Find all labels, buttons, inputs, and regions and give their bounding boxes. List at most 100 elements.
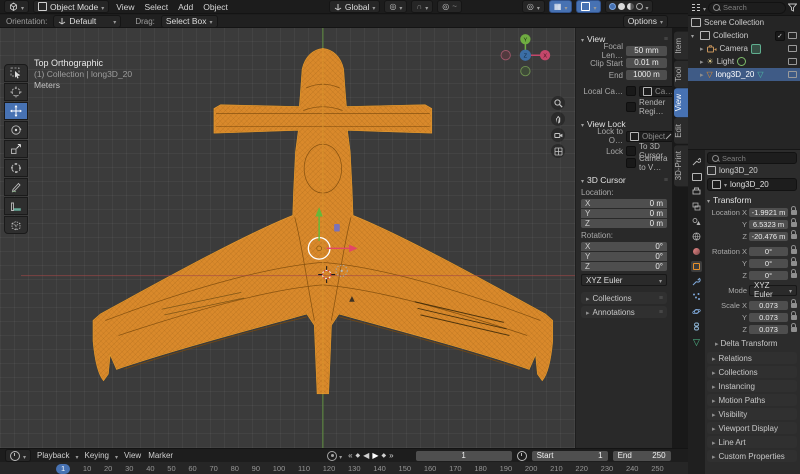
frame-tick[interactable]: 30 xyxy=(125,464,133,473)
timeline-ruler[interactable]: 1102030405060708090100110120130140150160… xyxy=(0,462,688,474)
camera-to-view-checkbox[interactable] xyxy=(626,158,636,168)
filter-icon[interactable] xyxy=(788,3,797,12)
tab-object-properties[interactable] xyxy=(691,261,702,272)
3d-viewport[interactable]: Y X Z Top Orthographic (1) Collection | … xyxy=(0,28,672,448)
shading-material-button[interactable] xyxy=(627,3,634,10)
menu-add[interactable]: Add xyxy=(175,2,196,12)
auto-keying-button[interactable] xyxy=(327,451,337,461)
lock-icon[interactable] xyxy=(791,261,797,266)
show-overlays-toggle[interactable]: ▦ xyxy=(549,0,573,13)
play-button[interactable]: ▶ xyxy=(371,451,379,460)
lock-icon[interactable] xyxy=(791,249,797,254)
cursor-euler-dropdown[interactable]: XYZ Euler xyxy=(581,274,667,286)
lock-icon[interactable] xyxy=(791,273,797,278)
collapsed-panel[interactable]: Collections≡ xyxy=(581,292,667,304)
tab-output-properties[interactable] xyxy=(691,186,702,197)
rotation-x-field[interactable]: 0° xyxy=(749,247,788,256)
expand-camera-icon[interactable] xyxy=(700,44,704,53)
tab-tool[interactable]: Tool xyxy=(674,61,688,88)
nav-axis-x-negative[interactable] xyxy=(501,51,510,60)
menu-playback[interactable]: Playback xyxy=(36,451,70,460)
tab-modifier-properties[interactable] xyxy=(691,276,702,287)
cursor-rotation-x[interactable]: X0° xyxy=(581,242,667,251)
tool-move[interactable] xyxy=(4,102,28,120)
jump-to-end-button[interactable]: » xyxy=(388,451,394,460)
cursor-panel-header[interactable]: 3D Cursor≡ xyxy=(581,175,667,185)
lock-icon[interactable] xyxy=(791,315,797,320)
collapsed-panel[interactable]: Instancing xyxy=(707,380,797,392)
properties-search-input[interactable]: Search xyxy=(707,152,797,164)
tab-constraint-properties[interactable] xyxy=(691,321,702,332)
properties-breadcrumb[interactable]: long3D_20 xyxy=(707,165,797,176)
outliner-editor-icon[interactable] xyxy=(691,3,701,12)
expand-collection-icon[interactable] xyxy=(691,31,697,40)
tab-render-properties[interactable] xyxy=(691,171,702,182)
cursor-location-y[interactable]: Y0 m xyxy=(581,209,667,218)
jump-to-start-button[interactable]: « xyxy=(347,451,353,460)
tool-cursor[interactable] xyxy=(4,83,28,101)
camera-view-button[interactable] xyxy=(551,128,565,142)
frame-tick[interactable]: 100 xyxy=(273,464,286,473)
frame-tick[interactable]: 1 xyxy=(56,464,70,474)
aircraft-object[interactable] xyxy=(93,49,552,394)
tab-scene-properties[interactable] xyxy=(691,216,702,227)
frame-tick[interactable]: 120 xyxy=(323,464,336,473)
frame-tick[interactable]: 180 xyxy=(474,464,487,473)
tab-item[interactable]: Item xyxy=(674,32,688,60)
local-camera-checkbox[interactable] xyxy=(626,86,636,96)
menu-view[interactable]: View xyxy=(123,451,142,460)
object-name-field[interactable]: long3D_20 xyxy=(707,178,797,191)
disable-in-viewport-icon[interactable] xyxy=(788,32,797,39)
tab-particle-properties[interactable] xyxy=(691,291,702,302)
frame-tick[interactable]: 70 xyxy=(209,464,217,473)
location-y-field[interactable]: 6.5323 m xyxy=(749,220,788,229)
collection-checkbox[interactable] xyxy=(775,31,785,41)
to-3d-cursor-checkbox[interactable] xyxy=(626,146,636,156)
pivot-point-selector[interactable]: ◎ xyxy=(384,0,407,13)
frame-tick[interactable]: 250 xyxy=(651,464,664,473)
pan-view-button[interactable] xyxy=(551,112,565,126)
tab-view[interactable]: View xyxy=(674,88,688,117)
cursor-location-x[interactable]: X0 m xyxy=(581,199,667,208)
cursor-rotation-z[interactable]: Z0° xyxy=(581,262,667,271)
tab-object-data-properties[interactable]: ▽ xyxy=(691,336,702,347)
frame-tick[interactable]: 90 xyxy=(252,464,260,473)
location-x-field[interactable]: -1.9921 m xyxy=(749,208,788,217)
tab-edit[interactable]: Edit xyxy=(674,118,688,144)
disable-in-viewport-icon[interactable] xyxy=(788,71,797,78)
outliner-search-input[interactable]: Search xyxy=(708,2,786,14)
preview-range-icon[interactable] xyxy=(517,451,527,461)
collapsed-panel[interactable]: Custom Properties xyxy=(707,450,797,462)
frame-tick[interactable]: 190 xyxy=(500,464,513,473)
navigation-gizmo[interactable]: Y X Z xyxy=(501,34,550,76)
frame-end-field[interactable]: End250 xyxy=(613,451,671,461)
render-region-checkbox[interactable] xyxy=(626,102,636,112)
nav-axis-y-negative[interactable] xyxy=(521,66,530,75)
tab-world-properties[interactable] xyxy=(691,231,702,242)
perspective-toggle-button[interactable] xyxy=(551,144,565,158)
scale-y-field[interactable]: 0.073 xyxy=(749,313,788,322)
menu-marker[interactable]: Marker xyxy=(147,451,174,460)
tool-rotate[interactable] xyxy=(4,121,28,139)
shading-solid-button[interactable] xyxy=(618,3,625,10)
rotation-mode-dropdown[interactable]: XYZ Euler xyxy=(749,285,797,296)
menu-keying[interactable]: Keying xyxy=(84,451,110,460)
lock-icon[interactable] xyxy=(791,222,797,227)
frame-tick[interactable]: 110 xyxy=(298,464,310,473)
frame-tick[interactable]: 10 xyxy=(83,464,91,473)
menu-view[interactable]: View xyxy=(113,2,137,12)
expand-light-icon[interactable] xyxy=(700,57,704,66)
frame-start-field[interactable]: Start1 xyxy=(532,451,608,461)
options-dropdown[interactable]: Options xyxy=(623,15,668,28)
transform-orientation-selector[interactable]: Global xyxy=(329,0,381,13)
location-z-field[interactable]: -20.476 m xyxy=(749,232,788,241)
lock-icon[interactable] xyxy=(791,234,797,239)
frame-tick[interactable]: 160 xyxy=(424,464,437,473)
disable-in-viewport-icon[interactable] xyxy=(788,45,797,52)
tool-add-cube[interactable] xyxy=(4,216,28,234)
snap-toggle[interactable]: ∩ xyxy=(411,0,433,13)
tab-3d-print[interactable]: 3D-Print xyxy=(674,145,688,186)
collapsed-panel[interactable]: Annotations≡ xyxy=(581,306,667,318)
tool-annotate[interactable] xyxy=(4,178,28,196)
menu-object[interactable]: Object xyxy=(200,2,231,12)
